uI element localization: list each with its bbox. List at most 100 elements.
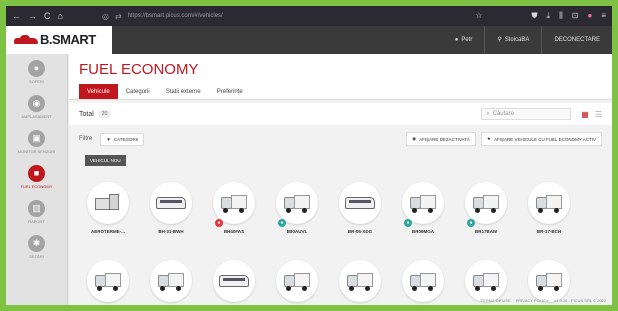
tab-categories[interactable]: Categorii (118, 84, 158, 99)
vehicle-image: ● (402, 182, 444, 227)
categories-filter-button[interactable]: ▼ CATEGORII (100, 132, 145, 146)
vehicle-card[interactable] (79, 260, 137, 305)
truck-icon (410, 273, 436, 291)
vehicle-image: ● (276, 182, 318, 227)
terms-link[interactable]: TERMS OF USE (481, 298, 511, 303)
logo[interactable]: B.SMART (6, 25, 112, 54)
vehicle-image (87, 260, 129, 302)
sidebar-item-drivers[interactable]: ● ȘOFERI (6, 54, 67, 89)
tab-vehicles[interactable]: Vehicule (79, 84, 118, 99)
url-text[interactable]: https://bsmart.picus.com/#/vehicles/ (128, 13, 223, 19)
sidebar-item-fuel-economy[interactable]: ■ FUEL ECONOMY (6, 159, 67, 194)
logout-button[interactable]: DECONECTARE (541, 25, 612, 54)
search-icon: ⌕ (486, 110, 490, 117)
user-icon: ● (454, 36, 459, 43)
show-deactivated-button[interactable]: ◉ AFIȘARE DEZACTIVATĂ (406, 132, 476, 146)
logout-label: DECONECTARE (554, 36, 600, 43)
search-input[interactable]: ⌕ Căutare (481, 108, 572, 120)
reload-icon[interactable]: C (44, 11, 51, 21)
vehicle-card[interactable]: ● BR17BAW (457, 182, 515, 244)
extensions-icon[interactable]: ⊡ (572, 11, 579, 21)
gear-icon: ✱ (28, 234, 45, 252)
pocket-icon[interactable]: ⛊ (532, 11, 538, 21)
eye-icon: ◉ (412, 136, 417, 141)
vehicle-image (465, 260, 507, 302)
truck-icon (221, 195, 247, 213)
vehicle-plate: BR17BAW (474, 229, 497, 234)
vehicle-card[interactable]: ● BR09MGA (394, 182, 452, 244)
sidebar-item-location[interactable]: ◉ AMPLASAMENT (6, 89, 67, 124)
browser-actions: ☆ ⛊ ⤓ ⫼ ⊡ ● ≡ (475, 11, 606, 21)
grid-view-icon[interactable]: ▦ (581, 110, 589, 119)
bus-icon (156, 197, 186, 209)
brand-name: B.SMART (40, 32, 96, 47)
filter-actions: ◉ AFIȘARE DEZACTIVATĂ ★ AFIȘARE VEHICULE… (406, 132, 602, 146)
footer: TERMS OF USE PRIVACY POLICY V1.9.16 - PI… (481, 298, 606, 303)
sidebar-item-sensors[interactable]: ▣ MONITOR SENZORI (6, 124, 67, 159)
view-toggle: ▦ ☰ (581, 110, 602, 119)
bookmark-star-icon[interactable]: ☆ (475, 11, 482, 21)
vehicle-card[interactable]: ● B80AUVL (268, 182, 326, 244)
truck-icon (473, 273, 499, 291)
vehicle-image (213, 260, 255, 302)
sidebar-item-label: AMPLASAMENT (21, 113, 52, 119)
privacy-link[interactable]: PRIVACY POLICY (516, 298, 549, 303)
page-title: FUEL ECONOMY (69, 54, 612, 84)
library-icon[interactable]: ⫼ (559, 11, 563, 21)
vehicle-image (339, 260, 381, 302)
sidebar-item-settings[interactable]: ✱ SETĂRI (6, 229, 67, 264)
car-logo-icon (14, 34, 38, 45)
truck-icon (347, 273, 373, 291)
shield-icon[interactable]: ◎ (102, 12, 109, 21)
truck-icon (284, 273, 310, 291)
address-bar[interactable]: ◎ ⇄ https://bsmart.picus.com/#/vehicles/ (102, 12, 475, 21)
vehicle-plate: BR-17-BCH (536, 229, 562, 234)
filter-label: Filtre (79, 136, 93, 142)
vehicle-card[interactable]: BR-05-XDG (331, 182, 389, 244)
browser-nav: ← → C ⌂ (12, 11, 102, 21)
vehicle-plate: B80AUVL (286, 229, 308, 234)
user-icon: ● (28, 59, 45, 77)
vehicle-card[interactable]: AEROTERME-... (79, 182, 137, 244)
header-menu: ● Petr ⚲ StoicaBA DECONECTARE (112, 25, 612, 54)
truck-icon: ■ (28, 164, 45, 182)
back-icon[interactable]: ← (12, 11, 21, 21)
truck-icon (158, 273, 184, 291)
status-badge: ● (215, 219, 223, 227)
tab-preferences[interactable]: Preferințe (209, 84, 251, 99)
vehicle-plate: AEROTERME-... (90, 229, 125, 234)
home-icon[interactable]: ⌂ (58, 11, 63, 21)
user-menu[interactable]: ● Petr (443, 26, 485, 54)
vehicle-card[interactable] (205, 260, 263, 305)
profile-icon[interactable]: ● (587, 11, 592, 21)
chart-icon: ▥ (28, 199, 45, 217)
vehicle-image (528, 260, 570, 302)
sidebar-item-report[interactable]: ▥ RAPORT (6, 194, 67, 229)
vehicle-card[interactable]: BR-17-BCH (520, 182, 578, 244)
status-badge: ● (467, 219, 475, 227)
version-text: V1.9.16 - PICUS SRL © 2022 (553, 298, 606, 303)
permissions-icon[interactable]: ⇄ (115, 12, 122, 21)
vehicle-card[interactable] (331, 260, 389, 305)
filter-row: Filtre ▼ CATEGORII ◉ AFIȘARE DEZACTIVATĂ… (69, 129, 612, 149)
forward-icon[interactable]: → (28, 11, 37, 21)
total-label: Total (79, 110, 94, 118)
vehicle-card[interactable] (142, 260, 200, 305)
app-window: ← → C ⌂ ◎ ⇄ https://bsmart.picus.com/#/v… (6, 6, 612, 305)
menu-icon[interactable]: ≡ (601, 11, 606, 21)
vehicle-image (402, 260, 444, 302)
company-menu[interactable]: ⚲ StoicaBA (484, 25, 541, 54)
categories-label: CATEGORII (113, 136, 139, 142)
vehicle-card[interactable]: ● BH40FAS (205, 182, 263, 244)
tab-bar: Vehicule Categorii Stații externe Prefer… (69, 84, 612, 100)
vehicle-card[interactable] (394, 260, 452, 305)
list-view-icon[interactable]: ☰ (595, 110, 602, 119)
new-vehicle-button[interactable]: VEHICUL NOU (85, 155, 126, 166)
sidebar-item-label: MONITOR SENZORI (17, 148, 56, 154)
show-active-fe-button[interactable]: ★ AFIȘARE VEHICULE CU FUEL ECONOMY ACTIV (480, 132, 602, 146)
map-pin-icon: ◉ (28, 94, 45, 112)
download-icon[interactable]: ⤓ (547, 11, 551, 21)
tab-external-stations[interactable]: Stații externe (158, 84, 209, 99)
vehicle-card[interactable] (268, 260, 326, 305)
vehicle-card[interactable]: BH-31-BWH (142, 182, 200, 244)
